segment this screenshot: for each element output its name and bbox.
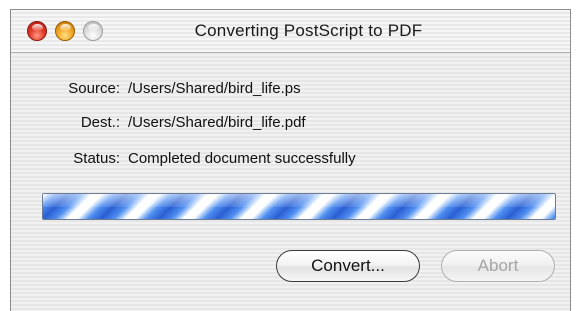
progress-bar-shine (43, 194, 555, 207)
abort-button[interactable]: Abort (441, 250, 555, 282)
source-value: /Users/Shared/bird_life.ps (128, 80, 301, 97)
status-label: Status: (73, 150, 120, 167)
window-title: Converting PostScript to PDF (194, 21, 423, 40)
status-value: Completed document successfully (128, 150, 356, 167)
dest-label: Dest.: (80, 114, 120, 131)
title-bar[interactable]: Converting PostScript to PDF (11, 10, 570, 53)
source-label: Source: (68, 80, 120, 97)
conversion-dialog-window: Converting PostScript to PDF Source: /Us… (10, 9, 571, 311)
status-row: Status: Completed document successfully (11, 149, 570, 169)
dest-value: /Users/Shared/bird_life.pdf (128, 114, 306, 131)
dest-row: Dest.: /Users/Shared/bird_life.pdf (11, 113, 570, 133)
progress-bar (42, 193, 556, 220)
source-row: Source: /Users/Shared/bird_life.ps (11, 79, 570, 99)
convert-button[interactable]: Convert... (276, 250, 420, 282)
